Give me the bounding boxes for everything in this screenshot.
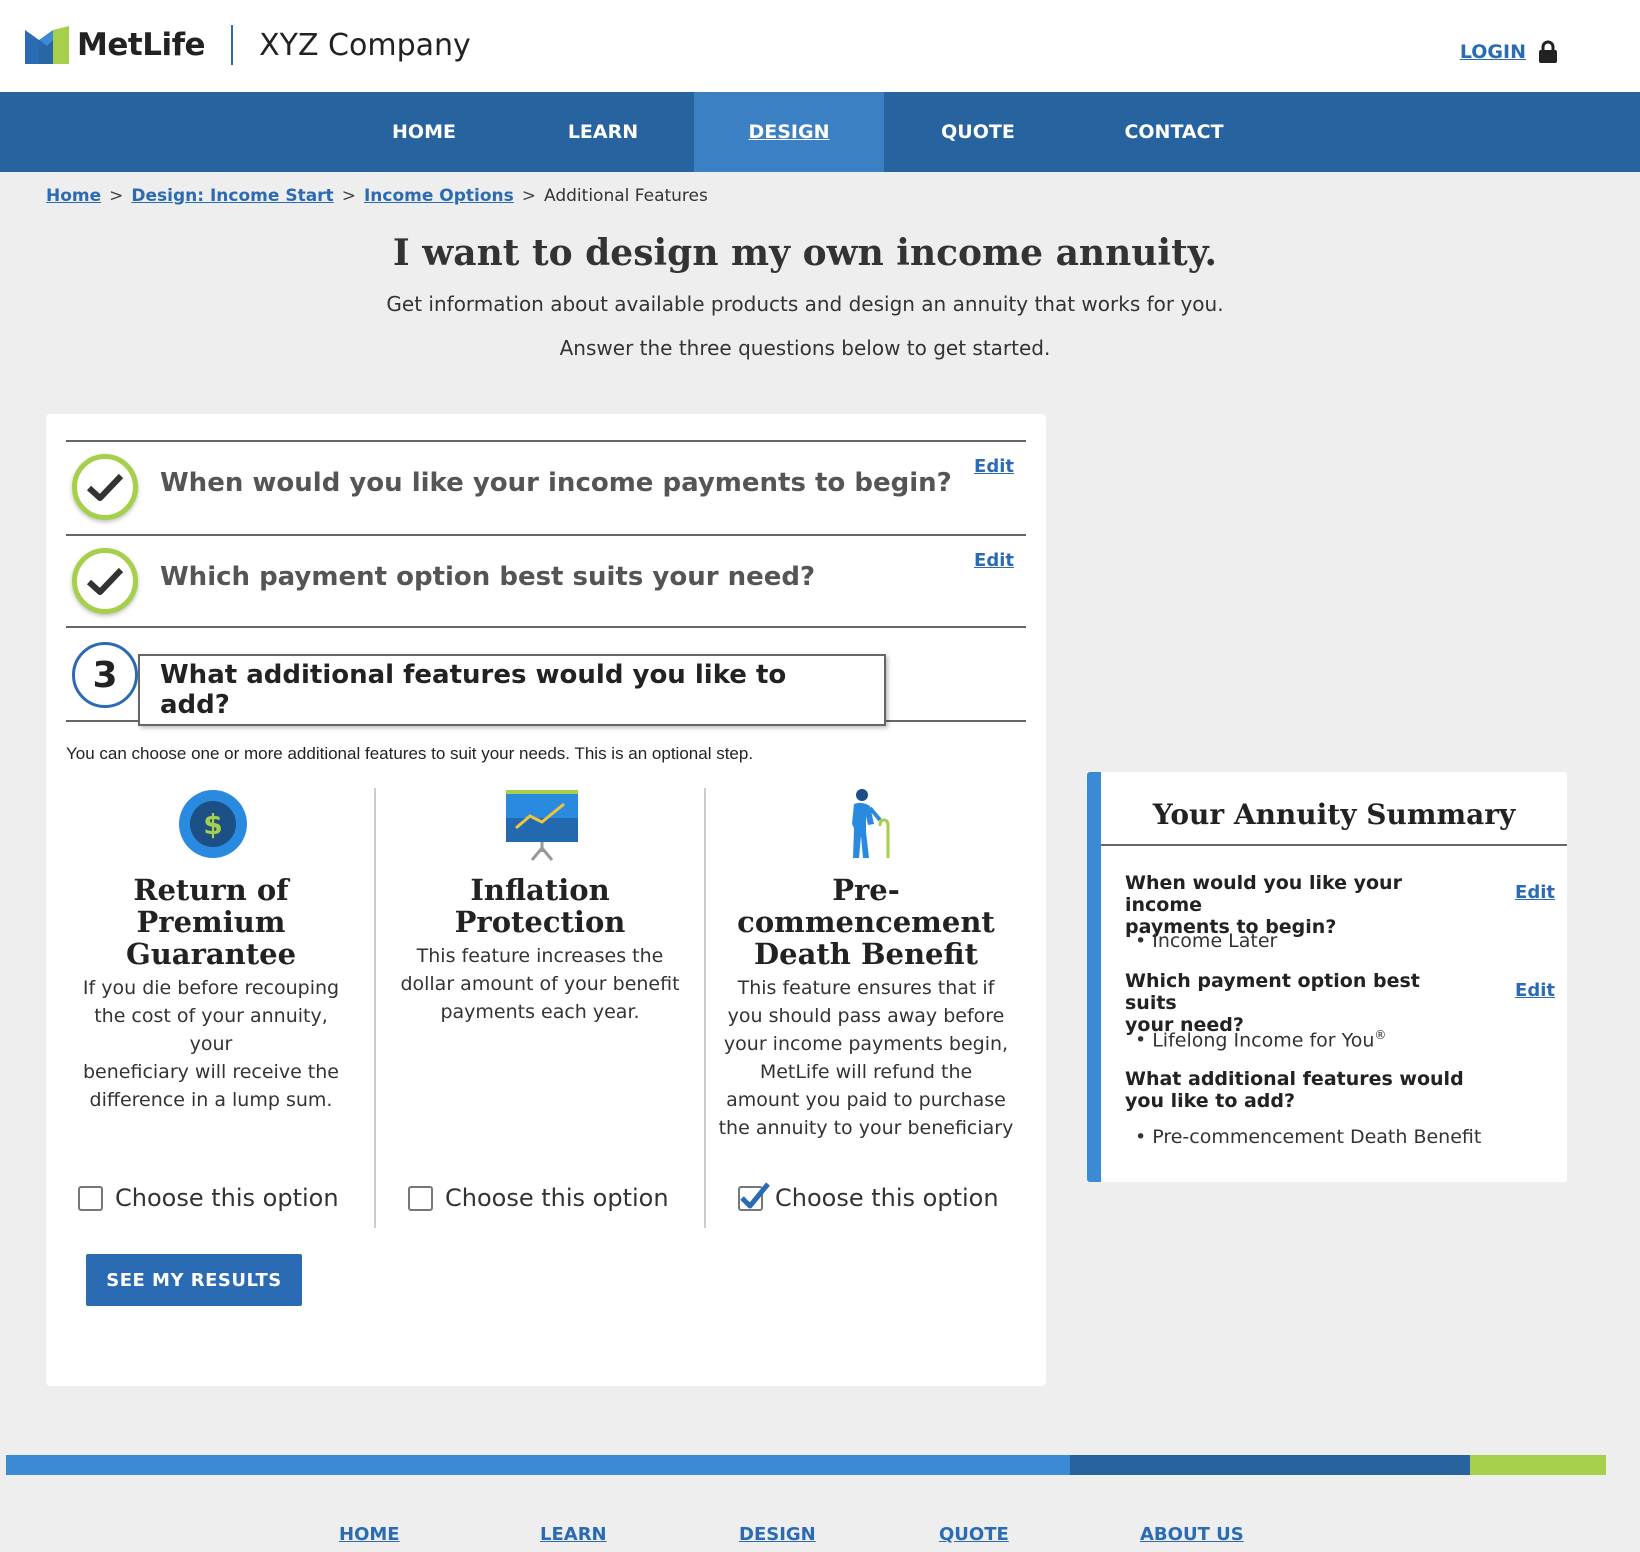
footer-nav-home[interactable]: HOME [339,1524,400,1545]
breadcrumb-separator: > [521,186,537,206]
question-row-1: When would you like your income payments… [66,440,1026,534]
summary-edit-2-link[interactable]: Edit [1515,980,1555,1001]
checkbox-checked[interactable] [738,1181,770,1211]
summary-answer-1: • Income Later [1135,930,1278,952]
page-subtitle: Get information about available products… [386,292,1224,316]
footer-color-bar-blue [6,1455,1070,1475]
page-instruction: Answer the three questions below to get … [559,336,1051,360]
footer-nav-quote[interactable]: QUOTE [939,1524,1009,1545]
summary-question-2: Which payment option best suits your nee… [1125,970,1420,1036]
summary-title: Your Annuity Summary [1152,798,1516,831]
breadcrumb-separator: > [341,186,356,206]
summary-answer-3: • Pre-commencement Death Benefit [1135,1126,1482,1148]
footer-color-bar-green [1470,1455,1606,1475]
see-my-results-button[interactable]: SEE MY RESULTS [86,1254,302,1306]
breadcrumb-design-income-start[interactable]: Design: Income Start [131,186,333,206]
design-questions-card: When would you like your income payments… [46,414,1046,1386]
breadcrumb-home[interactable]: Home [46,186,101,206]
choose-death-benefit-checkbox[interactable]: Choose this option [738,1181,999,1212]
completed-check-icon [72,548,138,614]
footer-nav-design[interactable]: DESIGN [739,1524,816,1545]
breadcrumb: Home > Design: Income Start > Income Options… [46,186,708,206]
logo-wordmark: MetLife [77,27,206,63]
feature-inflation-protection: Inflation Protection This feature increa… [374,788,704,1228]
annuity-summary-panel: Your Annuity Summary When would you like… [1087,772,1567,1182]
question-row-3: 3 What additional features would you lik… [66,626,1026,726]
feature-title: Inflation Protection [454,873,626,939]
footer-nav-about-us[interactable]: ABOUT US [1140,1524,1244,1545]
page-title: I want to design my own income annuity. [392,232,1218,274]
nav-quote[interactable]: QUOTE [928,92,1028,172]
elderly-person-icon [852,789,890,858]
summary-question-1: When would you like your income payments… [1125,872,1402,938]
logo-divider [231,25,234,65]
feature-title: Return of Premium Guarantee [125,873,297,971]
company-name: XYZ Company [259,27,471,63]
feature-title: Pre- commencement Death Benefit [737,873,995,971]
nav-home[interactable]: HOME [372,92,476,172]
choose-return-of-premium-checkbox[interactable]: Choose this option [78,1184,339,1212]
checkbox-unchecked[interactable] [78,1185,103,1211]
feature-description: This feature ensures that if you should … [718,977,1014,1139]
edit-question-1-link[interactable]: Edit [974,456,1014,477]
summary-question-3: What additional features would you like … [1125,1068,1464,1112]
features-intro: You can choose one or more additional fe… [66,744,754,763]
main-nav: HOME LEARN DESIGN QUOTE CONTACT [0,92,1640,172]
login-label: LOGIN [1459,41,1526,63]
checkbox-label: Choose this option [445,1184,669,1212]
question-text-2: Which payment option best suits your nee… [160,562,816,592]
login-link[interactable]: LOGIN [1460,40,1558,64]
choose-inflation-protection-checkbox[interactable]: Choose this option [408,1184,669,1212]
growth-chart-icon [506,790,578,861]
question-text-1: When would you like your income payments… [160,468,952,498]
feature-pre-commencement-death-benefit: Pre- commencement Death Benefit This fea… [704,788,1026,1228]
svg-text:$: $ [203,808,222,841]
checkmark-icon [740,1181,770,1208]
checkbox-label: Choose this option [115,1184,339,1212]
question-row-2: Which payment option best suits your nee… [66,534,1026,626]
breadcrumb-income-options[interactable]: Income Options [364,186,514,206]
breadcrumb-current: Additional Features [544,186,708,206]
nav-design[interactable]: DESIGN [694,92,884,172]
nav-contact[interactable]: CONTACT [1112,92,1236,172]
dollar-coin-icon: $ [179,790,247,858]
checkbox-label: Choose this option [775,1184,999,1212]
breadcrumb-separator: > [109,186,124,206]
feature-return-of-premium: $ Return of Premium Guarantee If you die… [66,788,356,1228]
summary-answer-2: • Lifelong Income for You® [1135,1028,1387,1052]
step-number-badge: 3 [72,642,138,708]
feature-description: This feature increases the dollar amount… [400,945,680,1023]
feature-description: If you die before recouping the cost of … [82,977,340,1111]
question-text-3: What additional features would you like … [138,654,886,726]
checkbox-unchecked[interactable] [408,1185,433,1211]
edit-question-2-link[interactable]: Edit [974,550,1014,571]
site-header: MetLife XYZ Company LOGIN [0,0,1640,92]
lock-icon [1539,40,1557,63]
summary-edit-1-link[interactable]: Edit [1515,882,1555,903]
footer-nav-learn[interactable]: LEARN [540,1524,607,1545]
metlife-logo-icon [25,26,69,64]
nav-learn[interactable]: LEARN [548,92,658,172]
completed-check-icon [72,454,138,520]
brand-logo[interactable]: MetLife XYZ Company [25,25,471,65]
footer-color-bar-navy [1070,1455,1470,1475]
summary-divider [1101,844,1567,846]
